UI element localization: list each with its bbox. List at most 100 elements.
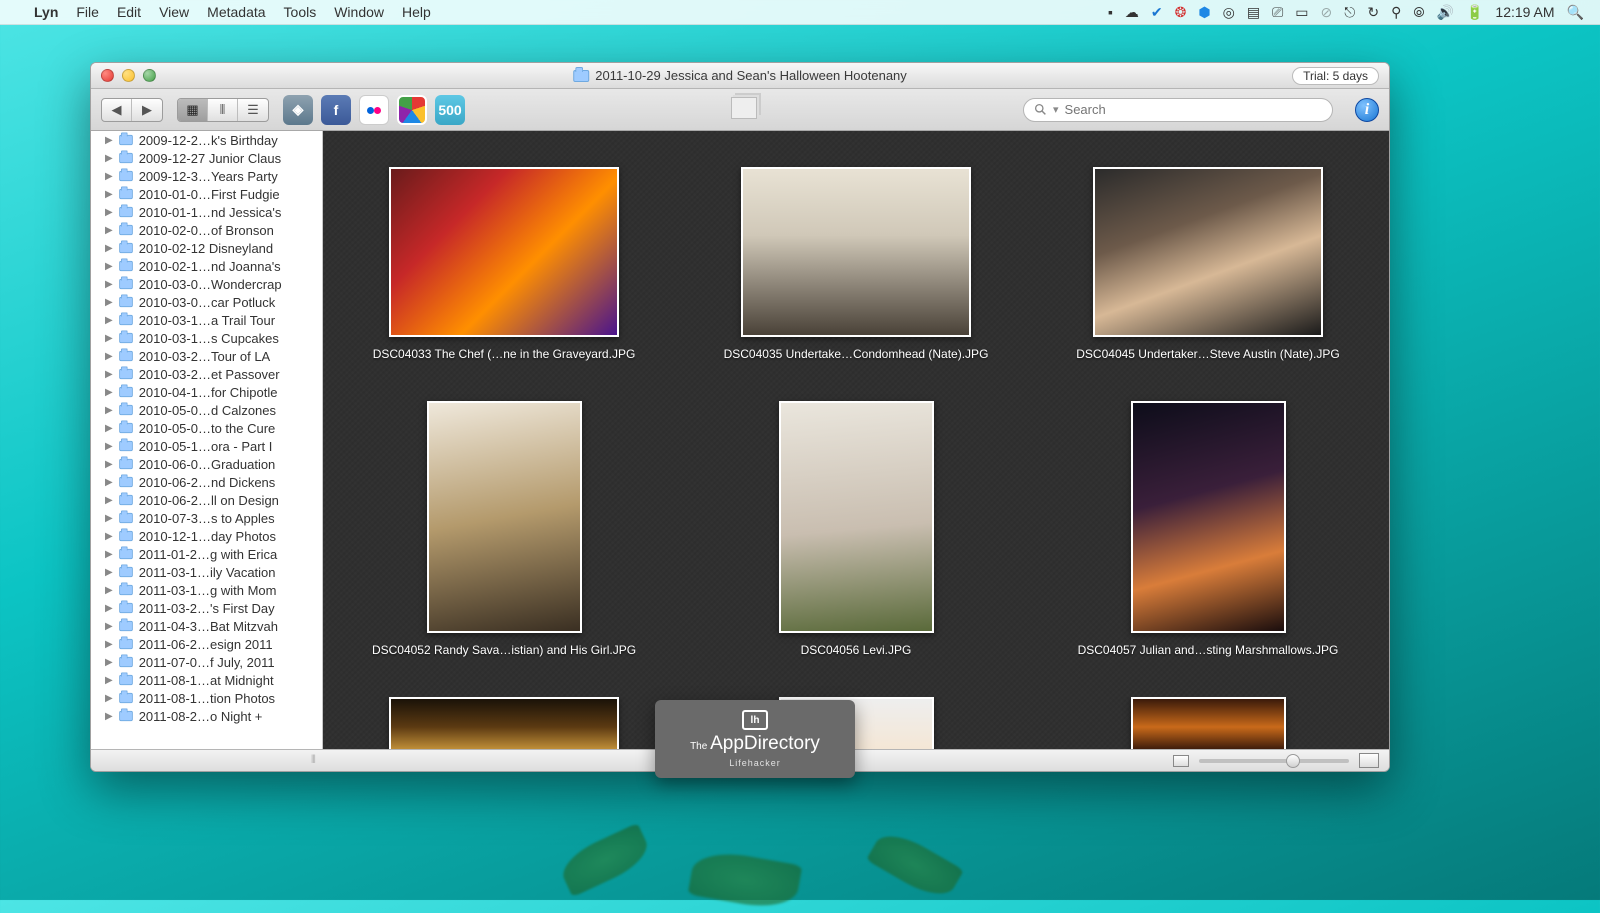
sidebar-folder[interactable]: ▶2010-12-1…day Photos (91, 527, 322, 545)
sidebar-folder[interactable]: ▶2010-03-1…s Cupcakes (91, 329, 322, 347)
status-icon[interactable]: ⊘ (1321, 4, 1333, 21)
sidebar-folder[interactable]: ▶2011-08-2…o Night + (91, 707, 322, 725)
sidebar-folder[interactable]: ▶2010-03-2…et Passover (91, 365, 322, 383)
status-icon[interactable]: ⎋ (1344, 4, 1355, 21)
volume-icon[interactable]: 🔊 (1437, 4, 1454, 21)
disclosure-triangle[interactable]: ▶ (105, 297, 113, 308)
sidebar-folder[interactable]: ▶2010-05-0…to the Cure (91, 419, 322, 437)
disclosure-triangle[interactable]: ▶ (105, 405, 113, 416)
thumbnail-image[interactable] (779, 401, 934, 633)
flickr-share-button[interactable] (359, 95, 389, 125)
disclosure-triangle[interactable]: ▶ (105, 225, 113, 236)
sidebar-folder[interactable]: ▶2011-08-1…at Midnight (91, 671, 322, 689)
screencast-icon[interactable]: ⎚ (1272, 4, 1283, 21)
spotlight-icon[interactable]: 🔍 (1567, 4, 1584, 21)
disclosure-triangle[interactable]: ▶ (105, 603, 113, 614)
disclosure-triangle[interactable]: ▶ (105, 441, 113, 452)
sidebar-folder[interactable]: ▶2011-03-2…'s First Day (91, 599, 322, 617)
disclosure-triangle[interactable]: ▶ (105, 387, 113, 398)
sidebar-folder[interactable]: ▶2009-12-27 Junior Claus (91, 149, 322, 167)
thumbnail-image[interactable] (389, 167, 619, 337)
sidebar-folder[interactable]: ▶2010-03-1…a Trail Tour (91, 311, 322, 329)
disclosure-triangle[interactable]: ▶ (105, 495, 113, 506)
stack-icon[interactable] (731, 97, 757, 119)
disclosure-triangle[interactable]: ▶ (105, 333, 113, 344)
search-field[interactable]: ▾ (1023, 98, 1333, 122)
sync-icon[interactable]: ↻ (1367, 4, 1379, 21)
thumbnail-image[interactable] (1131, 401, 1286, 633)
small-thumb-icon[interactable] (1173, 755, 1189, 767)
list-view-button[interactable]: ☰ (238, 99, 268, 121)
facebook-share-button[interactable]: f (321, 95, 351, 125)
grid-view-button[interactable]: ▦ (178, 99, 208, 121)
disclosure-triangle[interactable]: ▶ (105, 675, 113, 686)
thumbnail-cell[interactable]: DSC04033 The Chef (…ne in the Graveyard.… (354, 167, 654, 361)
thumbnail-cell[interactable]: DSC04052 Randy Sava…istian) and His Girl… (354, 401, 654, 657)
status-icon[interactable]: ▤ (1247, 4, 1260, 21)
large-thumb-icon[interactable] (1359, 753, 1379, 768)
disclosure-triangle[interactable]: ▶ (105, 171, 113, 182)
status-icon[interactable]: ▪ (1108, 4, 1113, 20)
thumbnail-image[interactable] (741, 167, 971, 337)
sidebar-folder[interactable]: ▶2011-06-2…esign 2011 (91, 635, 322, 653)
sidebar-folder[interactable]: ▶2010-03-0…car Potluck (91, 293, 322, 311)
titlebar[interactable]: 2011-10-29 Jessica and Sean's Halloween … (91, 63, 1389, 89)
sidebar-folder[interactable]: ▶2011-04-3…Bat Mitzvah (91, 617, 322, 635)
sidebar-folder[interactable]: ▶2011-08-1…tion Photos (91, 689, 322, 707)
zoom-knob[interactable] (1286, 754, 1300, 768)
thumbnail-cell[interactable]: DSC04035 Undertake…Condomhead (Nate).JPG (706, 167, 1006, 361)
sidebar-folder[interactable]: ▶2010-06-2…ll on Design (91, 491, 322, 509)
thumbnail-cell[interactable]: DSC04045 Undertaker…Steve Austin (Nate).… (1058, 167, 1358, 361)
sidebar-folder[interactable]: ▶2011-03-1…ily Vacation (91, 563, 322, 581)
disclosure-triangle[interactable]: ▶ (105, 279, 113, 290)
disclosure-triangle[interactable]: ▶ (105, 423, 113, 434)
battery-icon[interactable]: 🔋 (1466, 4, 1483, 21)
menu-window[interactable]: Window (334, 4, 384, 20)
column-view-button[interactable]: ⫴ (208, 99, 238, 121)
thumbnail-cell[interactable]: DSC04056 Levi.JPG (706, 401, 1006, 657)
sidebar-folder[interactable]: ▶2010-07-3…s to Apples (91, 509, 322, 527)
sidebar-folder[interactable]: ▶2011-07-0…f July, 2011 (91, 653, 322, 671)
sidebar-folder[interactable]: ▶2010-02-12 Disneyland (91, 239, 322, 257)
thumbnail-cell[interactable] (354, 697, 654, 749)
disclosure-triangle[interactable]: ▶ (105, 657, 113, 668)
disclosure-triangle[interactable]: ▶ (105, 135, 113, 146)
500px-share-button[interactable]: 500 (435, 95, 465, 125)
disclosure-triangle[interactable]: ▶ (105, 513, 113, 524)
bluetooth-icon[interactable]: ⚲ (1391, 4, 1401, 21)
thumbnail-cell[interactable] (1058, 697, 1358, 749)
resize-grip[interactable]: ⦀ (311, 754, 316, 767)
status-icon[interactable]: ✔ (1151, 4, 1163, 21)
info-button[interactable]: i (1355, 98, 1379, 122)
app-menu[interactable]: Lyn (34, 4, 58, 20)
menu-file[interactable]: File (76, 4, 99, 20)
status-icon[interactable]: ▭ (1295, 4, 1308, 21)
sidebar-folder[interactable]: ▶2010-02-1…nd Joanna's (91, 257, 322, 275)
sidebar-folder[interactable]: ▶2011-03-1…g with Mom (91, 581, 322, 599)
menu-edit[interactable]: Edit (117, 4, 141, 20)
thumbnail-image[interactable] (1093, 167, 1323, 337)
disclosure-triangle[interactable]: ▶ (105, 207, 113, 218)
disclosure-triangle[interactable]: ▶ (105, 153, 113, 164)
disclosure-triangle[interactable]: ▶ (105, 369, 113, 380)
clock[interactable]: 12:19 AM (1495, 4, 1554, 20)
thumbnail-image[interactable] (1131, 697, 1286, 749)
disclosure-triangle[interactable]: ▶ (105, 711, 113, 722)
menu-view[interactable]: View (159, 4, 189, 20)
aperture-share-button[interactable]: ◈ (283, 95, 313, 125)
sidebar[interactable]: ▶2009-12-2…k's Birthday▶2009-12-27 Junio… (91, 131, 323, 749)
menu-help[interactable]: Help (402, 4, 431, 20)
sidebar-folder[interactable]: ▶2010-01-0…First Fudgie (91, 185, 322, 203)
cloud-icon[interactable]: ☁ (1125, 4, 1139, 21)
thumbnail-image[interactable] (427, 401, 582, 633)
sidebar-folder[interactable]: ▶2010-03-2…Tour of LA (91, 347, 322, 365)
menu-metadata[interactable]: Metadata (207, 4, 265, 20)
thumbnail-cell[interactable]: DSC04057 Julian and…sting Marshmallows.J… (1058, 401, 1358, 657)
disclosure-triangle[interactable]: ▶ (105, 567, 113, 578)
thumbnail-image[interactable] (389, 697, 619, 749)
disclosure-triangle[interactable]: ▶ (105, 639, 113, 650)
forward-button[interactable]: ▶ (132, 99, 162, 121)
disclosure-triangle[interactable]: ▶ (105, 549, 113, 560)
disclosure-triangle[interactable]: ▶ (105, 585, 113, 596)
zoom-button[interactable] (143, 69, 156, 82)
